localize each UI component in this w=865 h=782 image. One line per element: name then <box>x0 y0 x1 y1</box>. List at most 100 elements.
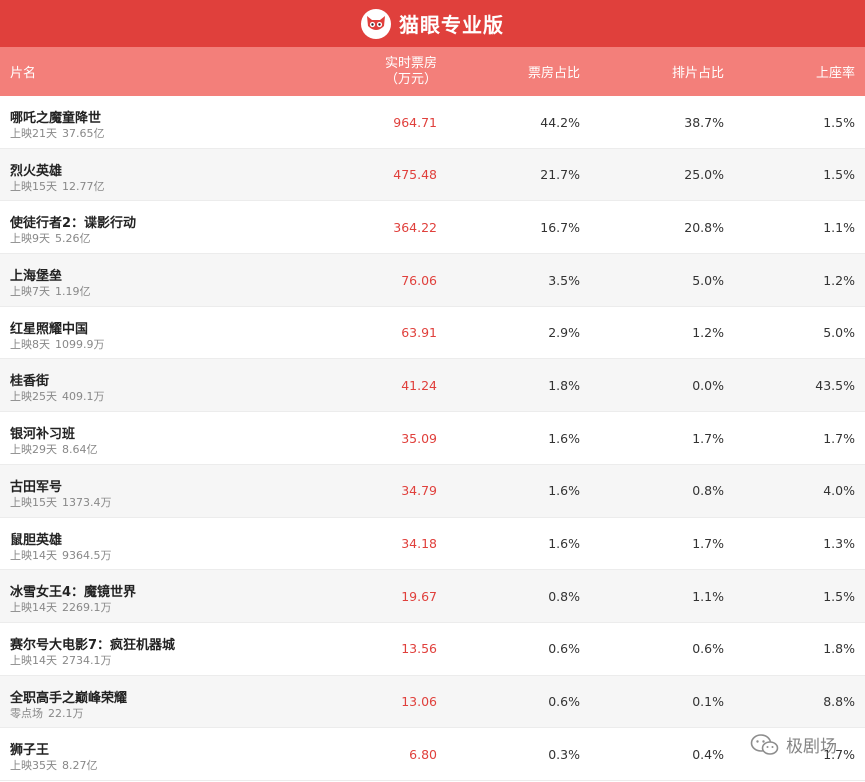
seat-rate: 1.2% <box>823 272 855 288</box>
watermark-text: 极剧场 <box>786 737 837 757</box>
movie-release-info: 上映14天 2734.1万 <box>10 652 112 668</box>
movie-title: 桂香街 <box>10 374 50 390</box>
seat-rate: 1.8% <box>823 641 855 657</box>
table-row[interactable]: 上海堡垒 上映7天 1.19亿 76.06 3.5% 5.0% 1.2% <box>0 254 865 307</box>
screening-ratio: 1.7% <box>692 430 724 446</box>
release-days: 零点场 <box>10 706 43 720</box>
box-office-ratio: 0.3% <box>548 746 580 762</box>
movie-release-info: 上映25天 409.1万 <box>10 388 105 404</box>
top-bar: 猫眼专业版 <box>0 0 865 47</box>
screening-ratio: 25.0% <box>684 167 724 183</box>
table-row[interactable]: 烈火英雄 上映15天 12.77亿 475.48 21.7% 25.0% 1.5% <box>0 148 865 202</box>
movie-title: 古田军号 <box>10 479 63 495</box>
screening-ratio: 1.1% <box>692 588 724 604</box>
box-office-ratio: 1.6% <box>548 483 580 499</box>
realtime-box-office: 41.24 <box>401 377 437 393</box>
release-days: 上映7天 <box>10 285 50 299</box>
seat-rate: 5.0% <box>823 325 855 341</box>
seat-rate: 1.5% <box>823 588 855 604</box>
column-header-box-ratio[interactable]: 票房占比 <box>528 47 580 96</box>
movie-title: 上海堡垒 <box>10 269 63 285</box>
app-title: 猫眼专业版 <box>399 13 504 37</box>
box-office-ratio: 0.6% <box>548 694 580 710</box>
total-box-office: 1.19亿 <box>55 285 91 299</box>
box-office-ratio: 3.5% <box>548 272 580 288</box>
column-header-realtime-box[interactable]: 实时票房 （万元） <box>385 47 437 96</box>
table-row[interactable]: 鼠胆英雄 上映14天 9364.5万 34.18 1.6% 1.7% 1.3% <box>0 518 865 571</box>
realtime-box-office: 63.91 <box>401 325 437 341</box>
column-header-show-ratio[interactable]: 排片占比 <box>672 47 724 96</box>
movie-release-info: 上映14天 2269.1万 <box>10 599 112 615</box>
realtime-box-office: 34.18 <box>401 536 437 551</box>
table-row[interactable]: 全职高手之巅峰荣耀 零点场 22.1万 13.06 0.6% 0.1% 8.8% <box>0 675 865 729</box>
seat-rate: 1.1% <box>823 219 855 235</box>
box-office-ratio: 1.6% <box>548 430 580 446</box>
box-office-table: 哪吒之魔童降世 上映21天 37.65亿 964.71 44.2% 38.7% 1.5% 烈火… <box>0 96 865 781</box>
release-days: 上映25天 <box>10 390 57 404</box>
column-header-name[interactable]: 片名 <box>10 47 36 96</box>
screening-ratio: 20.8% <box>684 219 724 235</box>
table-row[interactable]: 冰雪女王4：魔镜世界 上映14天 2269.1万 19.67 0.8% 1.1% 1.5% <box>0 570 865 623</box>
total-box-office: 22.1万 <box>48 706 84 720</box>
seat-rate: 1.7% <box>823 430 855 446</box>
column-header-box-line1: 实时票房 <box>384 55 437 71</box>
total-box-office: 12.77亿 <box>62 179 105 193</box>
table-row[interactable]: 红星照耀中国 上映8天 1099.9万 63.91 2.9% 1.2% 5.0% <box>0 307 865 360</box>
release-days: 上映29天 <box>10 443 57 457</box>
release-days: 上映8天 <box>10 337 50 351</box>
seat-rate: 4.0% <box>823 483 855 499</box>
wechat-icon <box>750 733 779 755</box>
realtime-box-office: 364.22 <box>393 219 437 235</box>
total-box-office: 9364.5万 <box>62 548 112 562</box>
release-days: 上映15天 <box>10 495 57 509</box>
seat-rate: 8.8% <box>823 694 855 710</box>
movie-release-info: 上映15天 12.77亿 <box>10 178 105 194</box>
movie-release-info: 上映9天 5.26亿 <box>10 230 91 246</box>
release-days: 上映14天 <box>10 548 57 562</box>
realtime-box-office: 475.48 <box>393 167 437 183</box>
movie-title: 赛尔号大电影7：疯狂机器城 <box>10 637 176 653</box>
box-office-ratio: 0.8% <box>548 588 580 604</box>
seat-rate: 1.5% <box>823 167 855 183</box>
total-box-office: 5.26亿 <box>55 232 91 246</box>
table-row[interactable]: 赛尔号大电影7：疯狂机器城 上映14天 2734.1万 13.56 0.6% 0.6% 1.… <box>0 623 865 676</box>
movie-release-info: 上映15天 1373.4万 <box>10 494 112 510</box>
screening-ratio: 1.7% <box>692 536 724 551</box>
release-days: 上映14天 <box>10 653 57 667</box>
screening-ratio: 0.8% <box>692 483 724 499</box>
screening-ratio: 0.1% <box>692 694 724 710</box>
table-row[interactable]: 使徒行者2：谍影行动 上映9天 5.26亿 364.22 16.7% 20.8% 1.1% <box>0 201 865 255</box>
release-days: 上映21天 <box>10 127 57 140</box>
movie-release-info: 上映14天 9364.5万 <box>10 547 112 563</box>
release-days: 上映9天 <box>10 232 50 246</box>
total-box-office: 409.1万 <box>62 390 105 404</box>
movie-title: 哪吒之魔童降世 <box>10 111 102 126</box>
realtime-box-office: 35.09 <box>401 430 437 446</box>
realtime-box-office: 34.79 <box>401 483 437 499</box>
realtime-box-office: 13.56 <box>401 641 437 657</box>
seat-rate: 43.5% <box>815 377 855 393</box>
movie-title: 冰雪女王4：魔镜世界 <box>10 585 137 601</box>
watermark: 极剧场 <box>750 732 837 757</box>
brand: 猫眼专业版 <box>361 8 504 39</box>
screening-ratio: 38.7% <box>684 114 724 130</box>
total-box-office: 8.64亿 <box>62 443 98 457</box>
table-row[interactable]: 哪吒之魔童降世 上映21天 37.65亿 964.71 44.2% 38.7% 1.5% <box>0 96 865 149</box>
movie-release-info: 零点场 22.1万 <box>10 705 84 721</box>
realtime-box-office: 964.71 <box>393 114 437 130</box>
realtime-box-office: 13.06 <box>401 694 437 710</box>
table-row[interactable]: 银河补习班 上映29天 8.64亿 35.09 1.6% 1.7% 1.7% <box>0 412 865 465</box>
column-header-seat-rate[interactable]: 上座率 <box>816 47 855 96</box>
box-office-ratio: 16.7% <box>540 219 580 235</box>
table-row[interactable]: 狮子王 上映35天 8.27亿 6.80 0.3% 0.4% 1.7% <box>0 728 865 781</box>
screening-ratio: 1.2% <box>692 325 724 341</box>
table-row[interactable]: 桂香街 上映25天 409.1万 41.24 1.8% 0.0% 43.5% <box>0 359 865 413</box>
screening-ratio: 0.0% <box>692 377 724 393</box>
table-row[interactable]: 古田军号 上映15天 1373.4万 34.79 1.6% 0.8% 4.0% <box>0 464 865 518</box>
box-office-ratio: 1.6% <box>548 536 580 551</box>
total-box-office: 1373.4万 <box>62 495 112 509</box>
cat-eye-logo-icon <box>361 8 391 39</box>
realtime-box-office: 19.67 <box>401 588 437 604</box>
box-office-ratio: 21.7% <box>540 167 580 183</box>
realtime-box-office: 6.80 <box>409 746 437 762</box>
